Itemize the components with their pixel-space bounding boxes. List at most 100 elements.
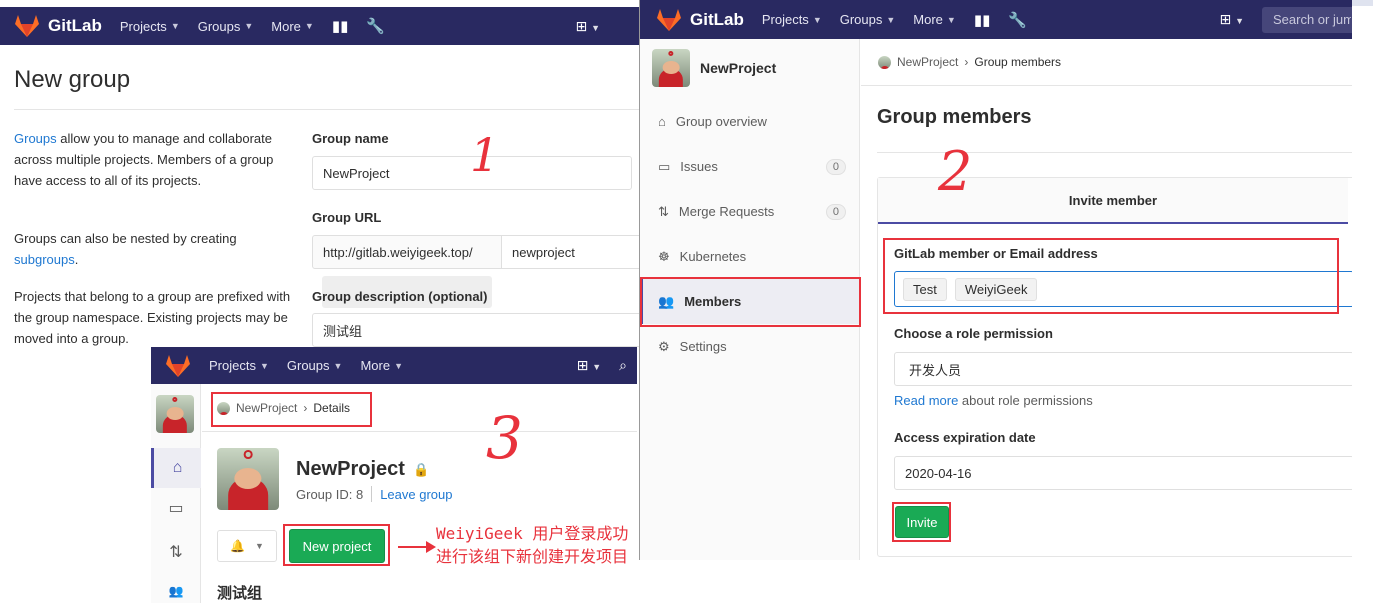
brand-name: GitLab [48, 16, 102, 35]
nav-more-label: More [360, 358, 391, 373]
group-url-input[interactable]: newproject [501, 235, 640, 269]
sidebar-item-group-overview[interactable]: ⌂ Group overview [640, 99, 860, 144]
nav-more[interactable]: More ▼ [360, 358, 403, 373]
group-intro-text: Groups allow you to manage and collabora… [14, 128, 284, 191]
group-title-text: NewProject [296, 458, 405, 480]
page-title: New group [14, 66, 131, 93]
group-description-label: Group description (optional) [312, 289, 488, 304]
breadcrumb-highlight-box [211, 392, 372, 427]
sidebar-item-settings[interactable]: ⚙ Settings [640, 324, 860, 369]
member-field-highlight-box [883, 238, 1339, 314]
plus-dropdown-icon[interactable]: ⊞ ▼ [577, 357, 602, 374]
sidebar-item-kubernetes[interactable]: ☸ Kubernetes [640, 234, 860, 279]
breadcrumb-parent[interactable]: NewProject [897, 55, 958, 69]
subgroups-link[interactable]: subgroups [14, 252, 75, 267]
annotation-note: WeiyiGeek 用户登录成功进行该组下新创建开发项目 [436, 524, 629, 566]
sidebar-item-label: Merge Requests [678, 204, 775, 219]
gitlab-logo[interactable]: GitLab [656, 8, 744, 32]
merge-request-icon: ⇅ [658, 203, 669, 219]
nav-more-label: More [913, 12, 943, 27]
tab-invite-member-label: Invite member [1068, 192, 1158, 208]
gitlab-tanuki-icon[interactable] [165, 354, 191, 378]
expiration-date-input[interactable]: 2020-04-16 [894, 456, 1352, 490]
breadcrumb-avatar [878, 55, 891, 69]
title-divider [14, 109, 640, 110]
wrench-icon[interactable]: 🔧 [1008, 11, 1027, 29]
chevron-down-icon: ▼ [812, 14, 822, 25]
role-help-text: Read more about role permissions [894, 393, 1093, 408]
nav-projects-label: Projects [761, 12, 809, 27]
top-navbar: Projects ▼ Groups ▼ More ▼ ⊞ ▼ ⌕ [151, 347, 637, 384]
plus-dropdown-icon[interactable]: ⊞ ▼ [575, 18, 600, 35]
members-icon[interactable]: 👥 [151, 584, 201, 598]
sidebar-nav: ⌂ Group overview ▭ Issues 0 ⇅ Merge Requests… [640, 99, 860, 369]
nav-groups-label: Groups [197, 18, 241, 34]
search-input[interactable]: Search or jump to... [1262, 6, 1352, 33]
nav-projects-label: Projects [119, 18, 167, 34]
annotation-arrow-icon [398, 541, 436, 553]
activity-chart-icon[interactable]: ▮▮ [332, 17, 349, 35]
step-2-annotation: 2 [938, 140, 973, 203]
chevron-down-icon: ▼ [304, 21, 314, 31]
breadcrumb-divider [202, 431, 637, 432]
nav-groups-label: Groups [286, 358, 330, 373]
nav-groups[interactable]: Groups ▼ [840, 12, 896, 27]
nav-projects[interactable]: Projects ▼ [209, 358, 269, 373]
members-highlight-box [640, 277, 861, 327]
sidebar-item-merge-requests[interactable]: ⇅ Merge Requests 0 [640, 189, 860, 234]
issues-icon[interactable]: ▭ [151, 498, 201, 518]
plus-dropdown-icon[interactable]: ⊞ ▼ [1219, 11, 1244, 28]
merge-request-icon[interactable]: ⇅ [151, 542, 201, 562]
meta-divider [371, 486, 373, 502]
nav-projects-label: Projects [209, 358, 256, 373]
group-url-prefix: http://gitlab.weiyigeek.top/ [312, 235, 502, 269]
group-meta: Group ID: 8 Leave group [296, 486, 452, 502]
notification-dropdown[interactable]: 🔔 ▼ [217, 530, 277, 562]
gitlab-tanuki-icon [15, 15, 39, 37]
search-icon[interactable]: ⌕ [619, 357, 627, 374]
nav-projects[interactable]: Projects ▼ [120, 19, 180, 34]
sidebar-item-label: Issues [680, 159, 718, 174]
bell-icon: 🔔 [230, 539, 246, 553]
subgroup-text: Groups can also be nested by creating su… [14, 228, 284, 270]
read-more-link[interactable]: Read more [894, 393, 958, 408]
sidebar-item-issues[interactable]: ▭ Issues 0 [640, 144, 860, 189]
step-1-annotation: 1 [470, 128, 500, 182]
settings-icon: ⚙ [658, 338, 670, 354]
breadcrumb-divider [861, 85, 1352, 86]
brand-name: GitLab [690, 9, 744, 29]
nav-groups[interactable]: Groups ▼ [198, 19, 254, 34]
breadcrumb-separator-icon: › [964, 55, 969, 69]
expiration-label: Access expiration date [894, 430, 1036, 445]
group-url-label: Group URL [312, 210, 382, 225]
groups-link[interactable]: Groups [14, 131, 57, 146]
group-avatar[interactable] [156, 395, 194, 433]
nav-more[interactable]: More ▼ [913, 12, 956, 27]
group-id: Group ID: 8 [296, 486, 364, 502]
home-icon[interactable]: ⌂ [151, 448, 201, 488]
group-header[interactable]: NewProject [652, 49, 776, 87]
group-description: 测试组 [217, 585, 263, 602]
issues-icon: ▭ [658, 158, 671, 174]
step-3-annotation: 3 [486, 404, 523, 472]
leave-group-link[interactable]: Leave group [380, 487, 452, 502]
group-avatar-large [217, 448, 279, 510]
breadcrumb-current: Group members [974, 55, 1062, 69]
gitlab-logo[interactable]: GitLab [14, 14, 102, 38]
role-help-rest: about role permissions [958, 393, 1093, 408]
group-avatar [652, 49, 690, 87]
nav-groups[interactable]: Groups ▼ [287, 358, 343, 373]
role-select[interactable]: 开发人员 [894, 352, 1352, 386]
nav-more[interactable]: More ▼ [271, 19, 314, 34]
wrench-icon[interactable]: 🔧 [366, 17, 385, 35]
activity-chart-icon[interactable]: ▮▮ [974, 11, 991, 29]
nav-projects[interactable]: Projects ▼ [762, 12, 822, 27]
chevron-down-icon: ▼ [946, 14, 956, 25]
group-description-input[interactable]: 测试组 [312, 313, 640, 347]
chevron-down-icon: ▼ [886, 14, 896, 25]
right-window-edge [1352, 0, 1373, 603]
subgroup-text-post: . [74, 252, 79, 267]
subgroup-text-pre: Groups can also be nested by creating [14, 231, 237, 246]
new-project-highlight-box [283, 524, 390, 566]
merge-requests-count-badge: 0 [825, 203, 846, 220]
